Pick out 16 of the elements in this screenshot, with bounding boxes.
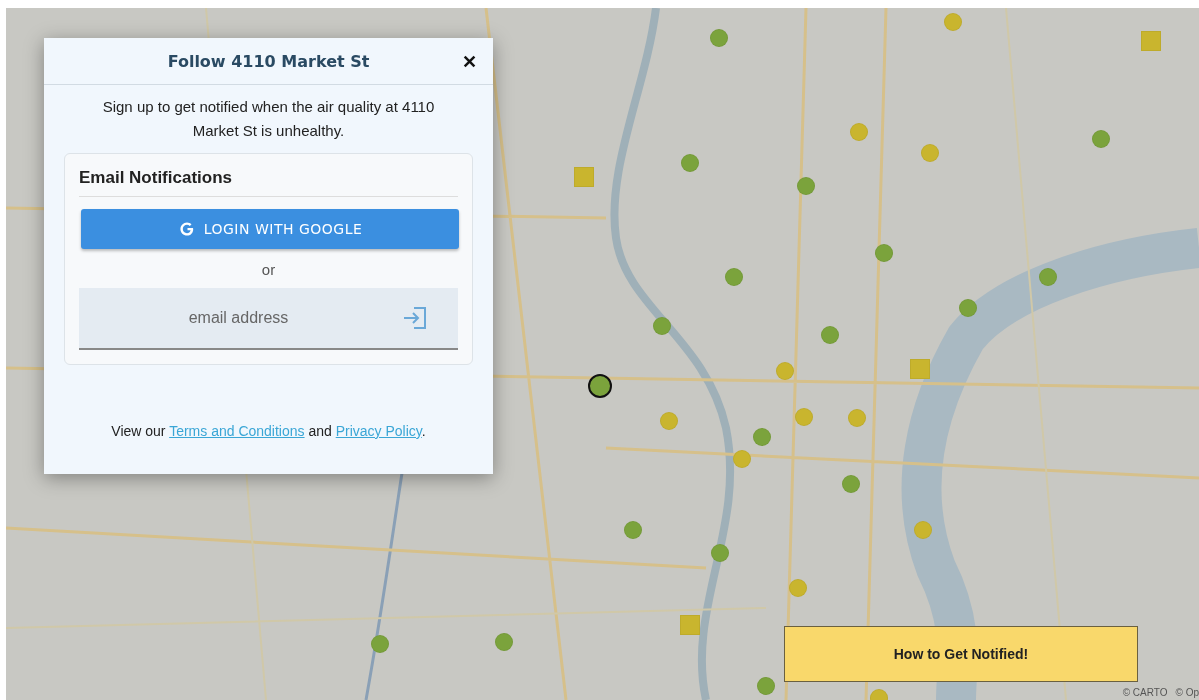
- login-with-google-button[interactable]: LOGIN WITH GOOGLE: [81, 209, 459, 249]
- terms-link[interactable]: Terms and Conditions: [169, 423, 305, 439]
- google-icon: [177, 220, 196, 238]
- terms-text: View our Terms and Conditions and Privacy Policy.: [110, 423, 427, 439]
- or-separator-text: or: [260, 261, 277, 278]
- section-title: Email Notifications: [79, 168, 458, 197]
- how-to-get-notified-button[interactable]: How to Get Notified!: [784, 626, 1138, 682]
- close-button[interactable]: ✕: [458, 49, 481, 75]
- intro-text: Sign up to get notified when the air quality at 4110 Market St is unhealthy.: [101, 97, 436, 141]
- submit-login-icon[interactable]: [402, 306, 428, 330]
- map-attribution-link[interactable]: © Op: [1175, 687, 1199, 698]
- dialog-title: Follow 4110 Market St: [167, 51, 370, 71]
- map-attribution-link[interactable]: © CARTO: [1122, 687, 1168, 698]
- sensor-marker[interactable]: [588, 374, 612, 398]
- privacy-policy-link[interactable]: Privacy Policy: [335, 423, 422, 439]
- email-input-field[interactable]: email address: [79, 288, 458, 350]
